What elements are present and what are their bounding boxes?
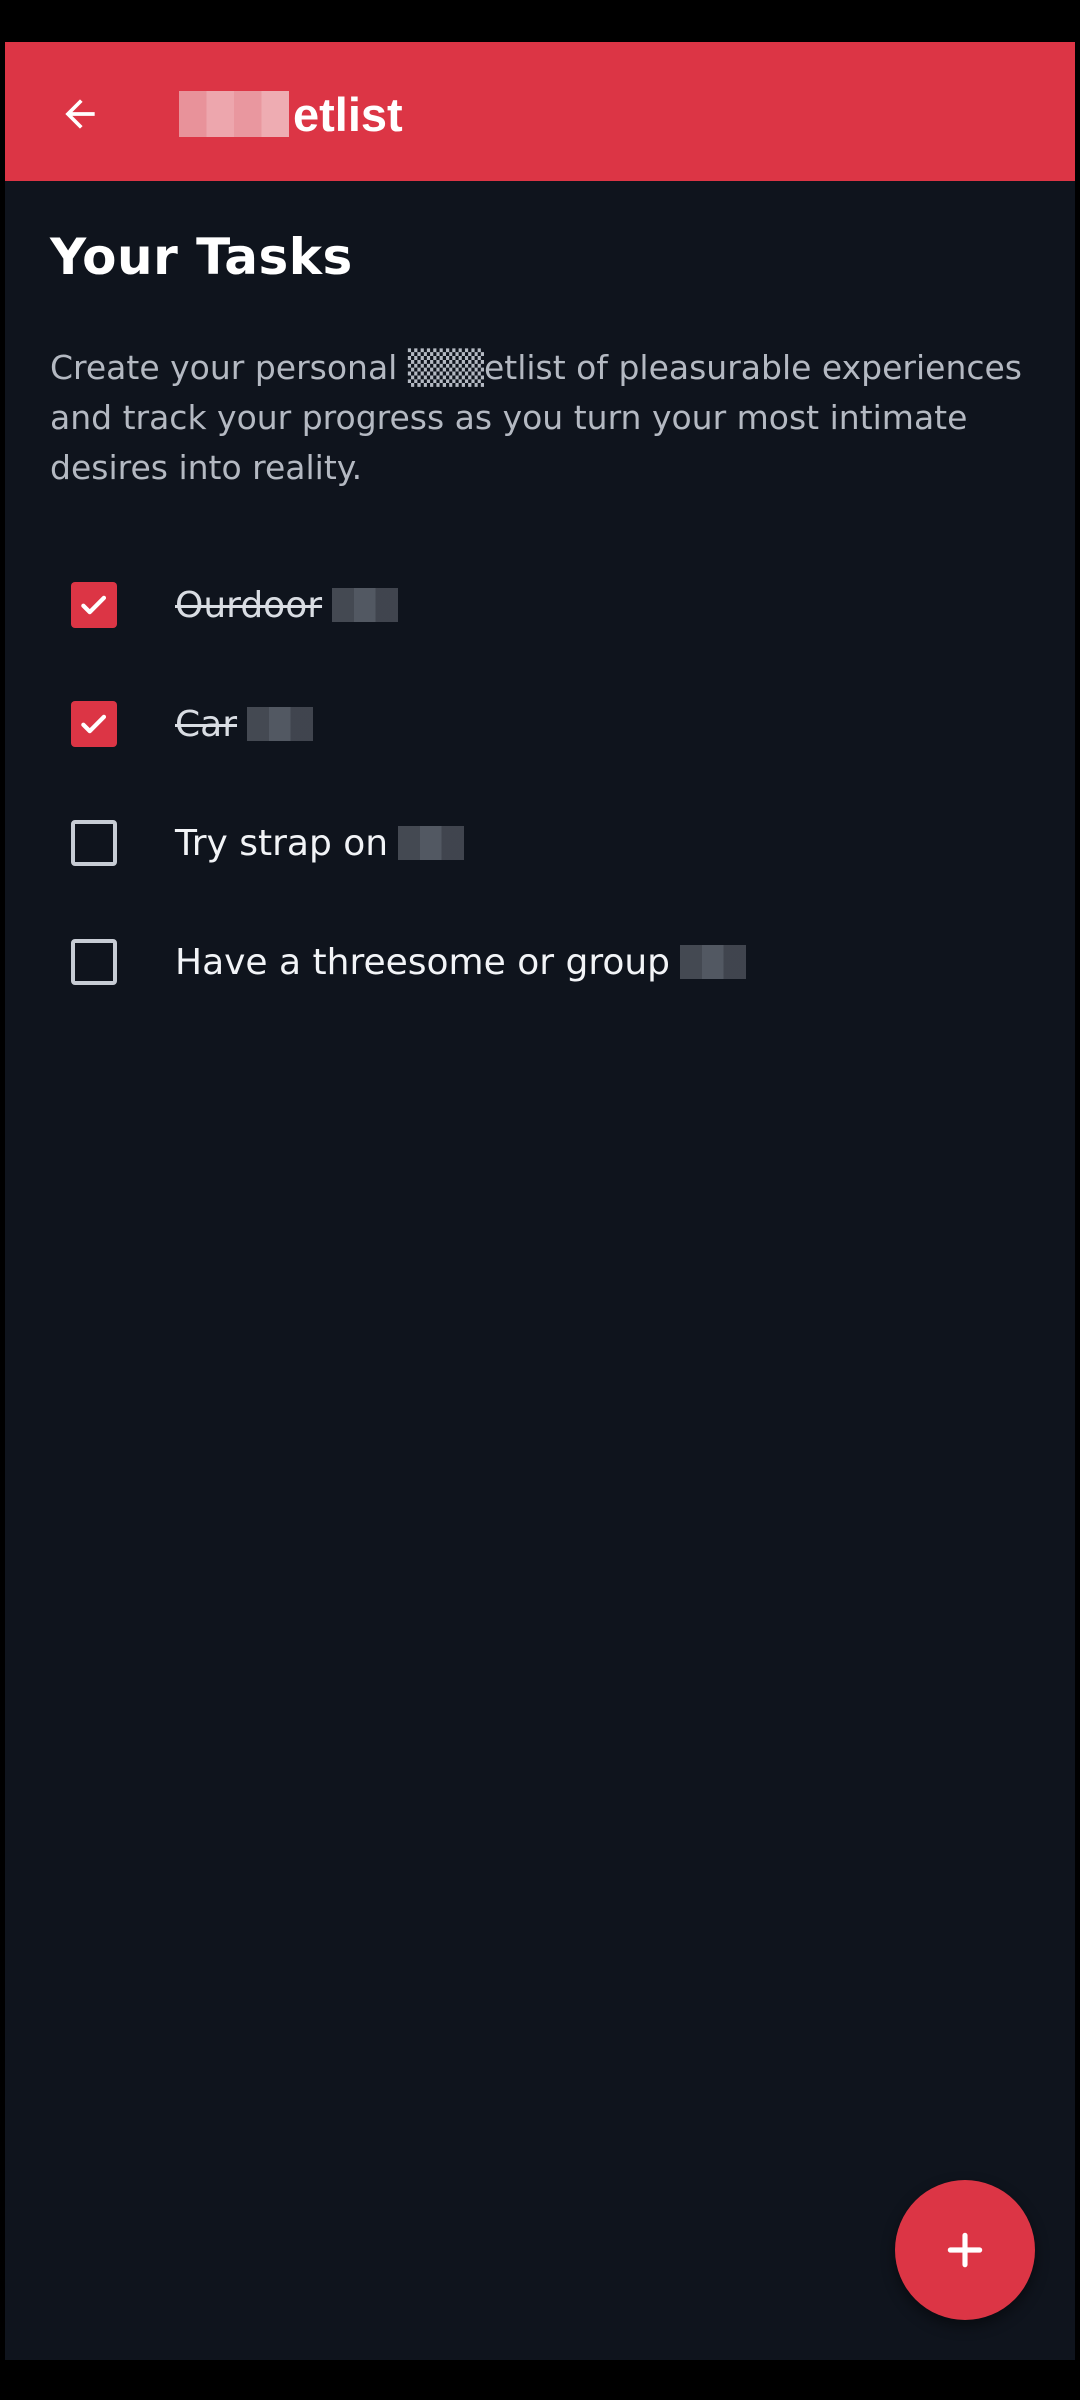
status-bar	[5, 0, 1075, 42]
app-screen: etlist Your Tasks Create your personal ▒…	[5, 0, 1075, 2400]
redacted-title-prefix	[179, 91, 289, 137]
check-icon	[81, 595, 107, 615]
app-bar: etlist	[5, 42, 1075, 181]
task-label-text: Ourdoor	[175, 584, 323, 626]
task-item-ourdoor[interactable]: Ourdoor	[5, 560, 1075, 650]
task-checkbox-unchecked[interactable]	[71, 939, 117, 985]
task-item-try-strap-on[interactable]: Try strap on	[5, 798, 1075, 888]
navigation-bar	[5, 2360, 1075, 2400]
redacted-text	[332, 588, 399, 622]
check-icon	[81, 714, 107, 734]
page-description: Create your personal ▒▒▒etlist of pleasu…	[50, 348, 1023, 487]
arrow-left-icon	[65, 99, 95, 129]
task-label: Try strap on	[175, 822, 465, 864]
task-label-text: Try strap on	[175, 822, 389, 864]
task-checkbox-unchecked[interactable]	[71, 820, 117, 866]
task-label-text: Have a threesome or group	[175, 941, 671, 983]
app-bar-title: etlist	[179, 82, 403, 146]
task-checkbox-checked[interactable]	[71, 701, 117, 747]
task-label: Have a threesome or group	[175, 941, 747, 983]
redacted-text	[247, 707, 313, 741]
back-button[interactable]	[41, 75, 119, 153]
plus-icon	[947, 2232, 983, 2268]
redacted-text	[398, 826, 465, 860]
task-label: Ourdoor	[175, 584, 399, 626]
task-label: Car	[175, 704, 313, 745]
task-label-text: Car	[175, 703, 237, 745]
redacted-text	[680, 945, 747, 979]
task-item-car[interactable]: Car	[5, 679, 1075, 769]
app-bar-title-text: etlist	[293, 87, 403, 141]
task-item-threesome[interactable]: Have a threesome or group	[5, 917, 1075, 1007]
page-title: Your Tasks	[50, 228, 353, 286]
task-checkbox-checked[interactable]	[71, 582, 117, 628]
add-task-button[interactable]	[895, 2180, 1035, 2320]
